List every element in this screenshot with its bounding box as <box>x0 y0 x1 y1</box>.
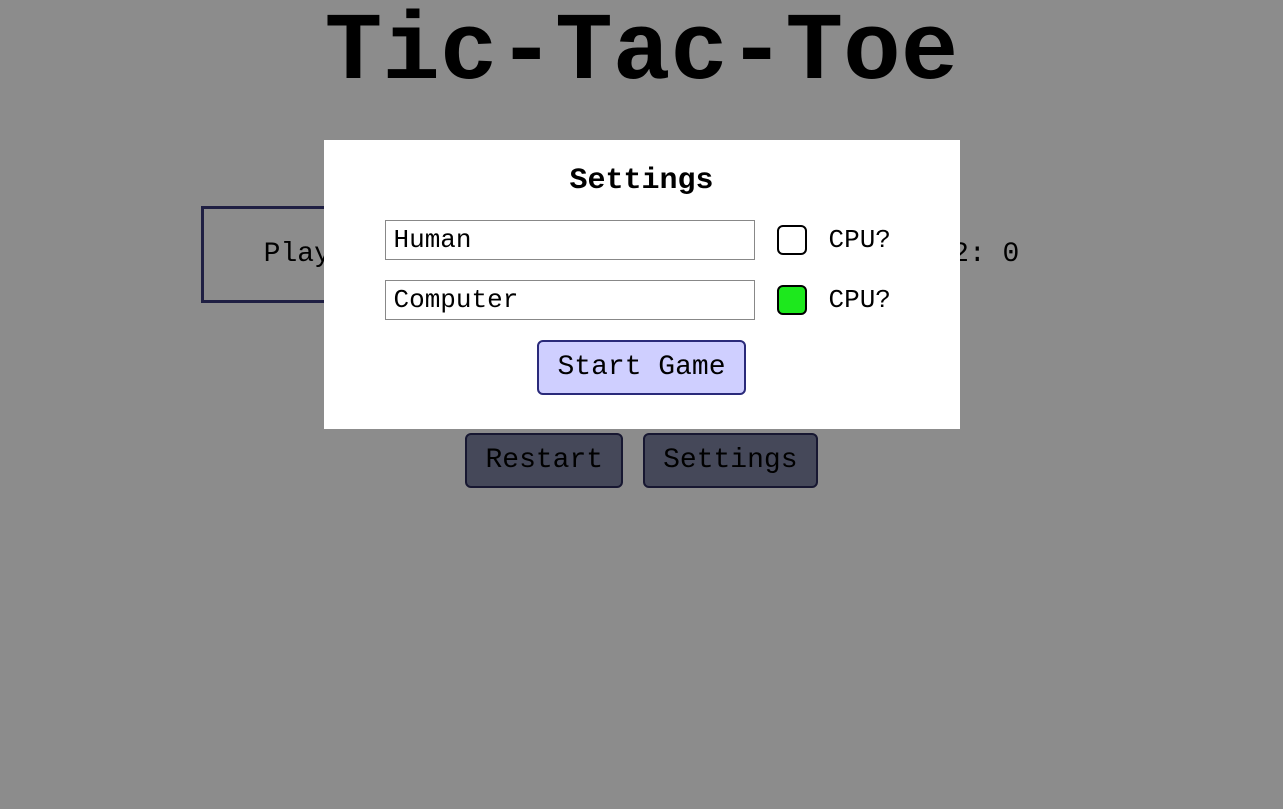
settings-modal: Settings CPU? CPU? Start Game <box>324 140 960 429</box>
player1-cpu-checkbox[interactable] <box>777 225 807 255</box>
modal-title: Settings <box>354 164 930 198</box>
player1-cpu-label: CPU? <box>829 225 899 255</box>
player2-row: CPU? <box>354 280 930 320</box>
player1-row: CPU? <box>354 220 930 260</box>
player2-name-input[interactable] <box>385 280 755 320</box>
player1-name-input[interactable] <box>385 220 755 260</box>
modal-overlay[interactable]: Settings CPU? CPU? Start Game <box>0 0 1283 809</box>
player2-cpu-label: CPU? <box>829 285 899 315</box>
player2-cpu-checkbox[interactable] <box>777 285 807 315</box>
start-game-button[interactable]: Start Game <box>537 340 745 395</box>
